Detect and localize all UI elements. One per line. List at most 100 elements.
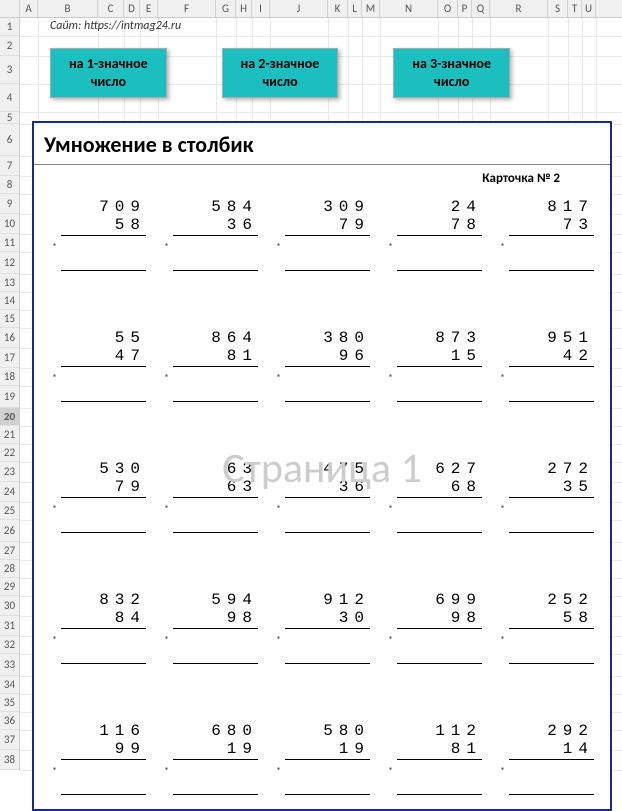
column-header[interactable]: H — [236, 0, 252, 17]
row-header[interactable]: 20 — [0, 408, 19, 426]
row-header[interactable]: 7 — [0, 156, 19, 176]
row-header[interactable]: 6 — [0, 124, 19, 156]
row-header[interactable]: 17 — [0, 348, 19, 368]
row-header[interactable]: 36 — [0, 712, 19, 730]
row-header[interactable]: 35 — [0, 694, 19, 712]
row-header[interactable]: 1 — [0, 18, 19, 36]
row-header[interactable]: 8 — [0, 176, 19, 194]
row-header[interactable]: 11 — [0, 234, 19, 252]
row-header[interactable]: 4 — [0, 84, 19, 112]
column-header[interactable]: L — [348, 0, 362, 17]
column-header[interactable]: T — [568, 0, 582, 17]
column-header[interactable]: M — [362, 0, 380, 17]
row-header[interactable]: 12 — [0, 252, 19, 274]
spreadsheet-grid[interactable]: Сайт: https://intmag24.ru на 1-значноечи… — [20, 18, 622, 806]
multiplier: 81 — [397, 740, 482, 760]
column-header[interactable]: I — [252, 0, 270, 17]
result-line — [509, 368, 594, 402]
multiply-icon: * — [388, 633, 393, 646]
column-header[interactable]: B — [38, 0, 98, 17]
two-digit-button[interactable]: на 2-значноечисло — [222, 48, 339, 98]
multiplication-problem: *30979 — [276, 198, 376, 271]
column-header[interactable]: E — [140, 0, 158, 17]
row-header[interactable]: 5 — [0, 112, 19, 124]
column-header[interactable]: Q — [472, 0, 490, 17]
multiplicand: 292 — [509, 722, 594, 740]
worksheet-page: Умножение в столбик Карточка № 2 *70958*… — [32, 121, 612, 811]
multiply-icon: * — [388, 371, 393, 384]
multiplier: 68 — [397, 478, 482, 498]
column-header[interactable] — [0, 0, 20, 17]
row-header[interactable]: 30 — [0, 596, 19, 616]
row-header[interactable]: 14 — [0, 292, 19, 310]
row-headers: 1234567891011121314151617181920212223242… — [0, 18, 20, 770]
three-digit-button[interactable]: на 3-значноечисло — [393, 48, 510, 98]
row-header[interactable]: 34 — [0, 676, 19, 694]
column-header[interactable]: A — [20, 0, 38, 17]
multiplication-problem: *47536 — [276, 460, 376, 533]
multiplicand: 680 — [173, 722, 258, 740]
column-header[interactable]: F — [158, 0, 216, 17]
column-headers: ABCDEFGHIJKLMNOPQRSTU — [0, 0, 622, 18]
multiplication-problem: *69998 — [388, 591, 488, 664]
row-header[interactable]: 24 — [0, 482, 19, 502]
row-header[interactable]: 19 — [0, 386, 19, 408]
row-header[interactable]: 38 — [0, 750, 19, 770]
column-header[interactable]: P — [458, 0, 472, 17]
multiply-icon: * — [276, 764, 281, 777]
column-header[interactable]: K — [328, 0, 348, 17]
multiplier: 19 — [173, 740, 258, 760]
result-line — [61, 368, 146, 402]
row-header[interactable]: 28 — [0, 560, 19, 578]
multiplier: 63 — [173, 478, 258, 498]
result-line — [285, 630, 370, 664]
column-header[interactable]: S — [548, 0, 568, 17]
multiplication-problem: *11281 — [388, 722, 488, 795]
row-header[interactable]: 9 — [0, 194, 19, 214]
row-header[interactable]: 15 — [0, 310, 19, 328]
result-line — [173, 368, 258, 402]
result-line — [173, 761, 258, 795]
result-line — [397, 499, 482, 533]
row-header[interactable]: 22 — [0, 444, 19, 462]
multiplication-problem: *87315 — [388, 329, 488, 402]
row-header[interactable]: 2 — [0, 36, 19, 56]
column-header[interactable]: G — [216, 0, 236, 17]
row-header[interactable]: 3 — [0, 56, 19, 84]
row-header[interactable]: 27 — [0, 542, 19, 560]
multiplication-problem: *6363 — [164, 460, 264, 533]
row-header[interactable]: 16 — [0, 328, 19, 348]
multiplication-problem: *91230 — [276, 591, 376, 664]
column-header[interactable]: O — [438, 0, 458, 17]
column-header[interactable]: N — [380, 0, 438, 17]
column-header[interactable]: R — [490, 0, 548, 17]
multiply-icon: * — [276, 633, 281, 646]
card-number: Карточка № 2 — [34, 165, 610, 190]
multiplicand: 475 — [285, 460, 370, 478]
column-header[interactable]: D — [124, 0, 140, 17]
row-header[interactable]: 21 — [0, 426, 19, 444]
multiplicand: 584 — [173, 198, 258, 216]
row-header[interactable]: 37 — [0, 730, 19, 750]
row-header[interactable]: 32 — [0, 636, 19, 654]
column-header[interactable]: J — [270, 0, 328, 17]
row-header[interactable]: 29 — [0, 578, 19, 596]
row-header[interactable]: 31 — [0, 616, 19, 636]
problem-row: *11699*68019*58019*11281*29214 — [52, 722, 600, 795]
row-header[interactable]: 23 — [0, 462, 19, 482]
multiplicand: 55 — [61, 329, 146, 347]
column-header[interactable]: C — [98, 0, 124, 17]
row-header[interactable]: 10 — [0, 214, 19, 234]
row-header[interactable]: 33 — [0, 654, 19, 676]
site-url: Сайт: https://intmag24.ru — [50, 19, 181, 33]
column-header[interactable]: U — [582, 0, 596, 17]
multiplier: 36 — [285, 478, 370, 498]
row-header[interactable]: 25 — [0, 502, 19, 520]
one-digit-button[interactable]: на 1-значноечисло — [50, 48, 167, 98]
multiply-icon: * — [164, 240, 169, 253]
multiplication-problem: *86481 — [164, 329, 264, 402]
row-header[interactable]: 13 — [0, 274, 19, 292]
row-header[interactable]: 26 — [0, 520, 19, 542]
multiplier: 58 — [61, 216, 146, 236]
row-header[interactable]: 18 — [0, 368, 19, 386]
